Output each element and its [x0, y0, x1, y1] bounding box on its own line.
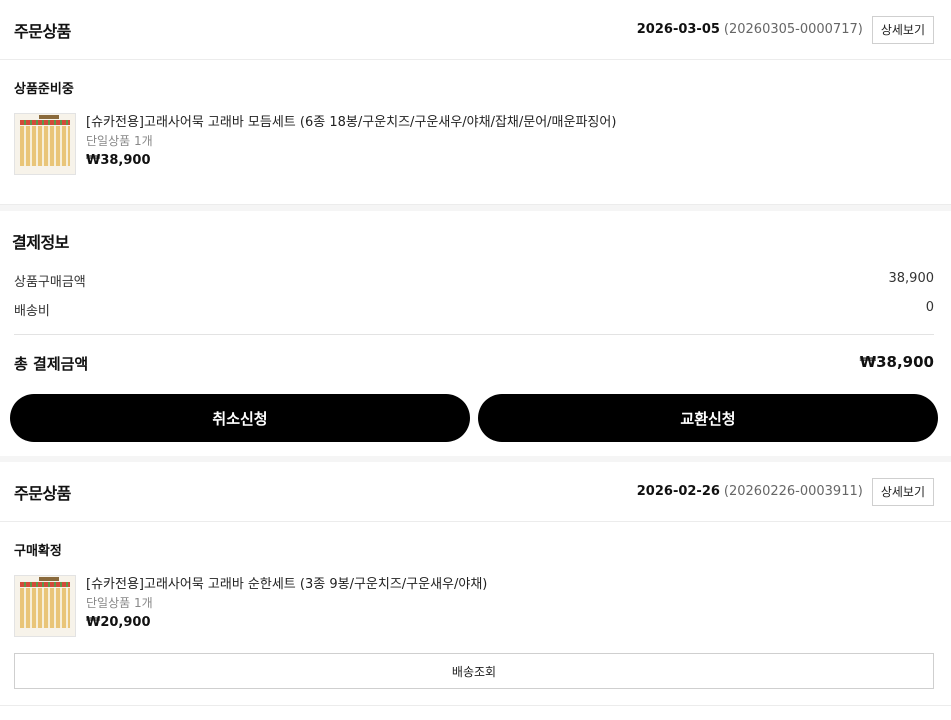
product-name[interactable]: [슈카전용]고래사어묵 고래바 순한세트 (3종 9봉/구운치즈/구운새우/야채…: [86, 576, 487, 594]
product-price: ₩38,900: [86, 153, 151, 168]
order-status: 상품준비중: [14, 82, 74, 97]
exchange-request-button[interactable]: 교환신청: [478, 394, 938, 442]
order-date: 2026-03-05: [636, 22, 720, 37]
delivery-tracking-button[interactable]: 배송조회: [14, 653, 934, 689]
detail-button[interactable]: 상세보기: [871, 15, 934, 44]
product-item[interactable]: [슈카전용]고래사어묵 고래바 순한세트 (3종 9봉/구운치즈/구운새우/야채…: [0, 575, 951, 637]
total-value: ₩38,900: [859, 353, 934, 371]
cancel-request-button[interactable]: 취소신청: [10, 394, 470, 442]
order-header: 주문상품 2026-02-26 (20260226-0003911) 상세보기: [0, 462, 951, 522]
total-label: 총 결제금액: [14, 355, 89, 373]
payment-title: 결제정보: [12, 233, 69, 252]
order-section-title: 주문상품: [14, 483, 71, 503]
order-meta: 2026-03-05 (20260305-0000717) 상세보기: [636, 15, 934, 44]
payment-info: 결제정보 상품구매금액 38,900 배송비 0 총 결제금액 ₩38,900 …: [0, 211, 951, 456]
order-number: (20260226-0003911): [723, 484, 863, 499]
shipping-label: 배송비: [14, 304, 50, 319]
order-date: 2026-02-26: [636, 484, 720, 499]
product-amount-row: 상품구매금액 38,900: [0, 271, 951, 290]
order-number: (20260305-0000717): [723, 22, 863, 37]
product-thumbnail[interactable]: [14, 575, 76, 637]
product-option: 단일상품 1개: [86, 596, 153, 610]
product-amount-label: 상품구매금액: [14, 275, 86, 290]
order-card-1: 주문상품 2026-03-05 (20260305-0000717) 상세보기 …: [0, 0, 951, 205]
order-card-2: 주문상품 2026-02-26 (20260226-0003911) 상세보기 …: [0, 462, 951, 706]
order-header: 주문상품 2026-03-05 (20260305-0000717) 상세보기: [0, 0, 951, 60]
shipping-row: 배송비 0: [0, 300, 951, 319]
order-status: 구매확정: [14, 544, 62, 559]
action-buttons: 취소신청 교환신청: [0, 394, 951, 442]
product-info: [슈카전용]고래사어묵 고래바 모듬세트 (6종 18봉/구운치즈/구운새우/야…: [86, 113, 616, 175]
product-item[interactable]: [슈카전용]고래사어묵 고래바 모듬세트 (6종 18봉/구운치즈/구운새우/야…: [0, 113, 951, 175]
total-row: 총 결제금액 ₩38,900: [0, 353, 951, 374]
product-price: ₩20,900: [86, 615, 151, 630]
product-name[interactable]: [슈카전용]고래사어묵 고래바 모듬세트 (6종 18봉/구운치즈/구운새우/야…: [86, 114, 616, 132]
detail-button[interactable]: 상세보기: [871, 477, 934, 506]
product-amount-value: 38,900: [888, 271, 935, 286]
order-section-title: 주문상품: [14, 21, 71, 41]
product-option: 단일상품 1개: [86, 134, 153, 148]
shipping-value: 0: [925, 300, 934, 315]
product-info: [슈카전용]고래사어묵 고래바 순한세트 (3종 9봉/구운치즈/구운새우/야채…: [86, 575, 487, 637]
product-thumbnail[interactable]: [14, 113, 76, 175]
order-meta: 2026-02-26 (20260226-0003911) 상세보기: [636, 477, 934, 506]
